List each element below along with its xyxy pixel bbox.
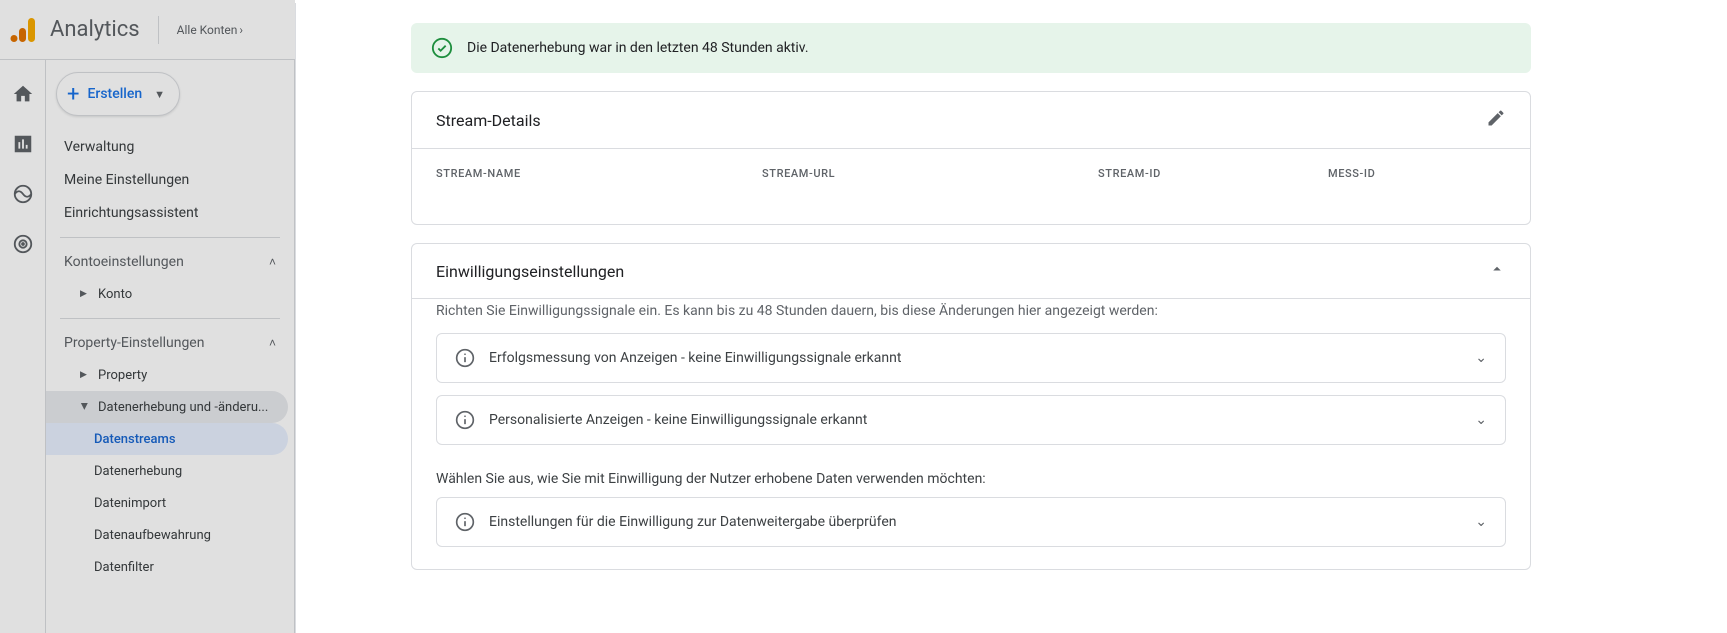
status-banner: Die Datenerhebung war in den letzten 48 … [411,23,1531,73]
explore-icon[interactable] [11,182,35,206]
create-button[interactable]: + Erstellen ▼ [56,72,180,116]
triangle-right-icon: ▶ [80,370,88,380]
sidebar-item-datenaufbewahrung[interactable]: Datenaufbewahrung [46,519,294,551]
consent-settings-card: Einwilligungseinstellungen Richten Sie E… [411,243,1531,570]
sidebar-item-meine-einstellungen[interactable]: Meine Einstellungen [46,164,294,196]
chevron-up-icon: ˄ [269,255,276,269]
label-stream-id: STREAM-ID [1098,167,1328,180]
section-kontoeinstellungen[interactable]: Kontoeinstellungen ˄ [46,246,294,278]
consent-row-review-sharing[interactable]: Einstellungen für die Einwilligung zur D… [436,497,1506,547]
chevron-down-icon: ⌄ [1475,514,1487,530]
product-name: Analytics [50,17,140,42]
sidebar-item-datenerhebung[interactable]: Datenerhebung [46,455,294,487]
label-stream-name: STREAM-NAME [436,167,762,180]
triangle-down-icon: ▶ [79,403,89,411]
admin-sidebar: + Erstellen ▼ Verwaltung Meine Einstellu… [46,60,295,633]
analytics-logo-icon [8,14,40,46]
consent-title: Einwilligungseinstellungen [436,262,624,281]
sidebar-item-einrichtungsassistent[interactable]: Einrichtungsassistent [46,197,294,229]
chevron-right-icon: › [239,23,243,37]
sidebar-item-konto[interactable]: ▶ Konto [46,278,294,310]
section-property-einstellungen[interactable]: Property-Einstellungen ˄ [46,327,294,359]
sidebar-item-verwaltung[interactable]: Verwaltung [46,131,294,163]
sidebar-item-datenfilter[interactable]: Datenfilter [46,551,294,583]
consent-pick-text: Wählen Sie aus, wie Sie mit Einwilligung… [412,457,1530,497]
edit-button[interactable] [1486,108,1506,132]
plus-icon: + [67,82,79,107]
consent-row-ad-measurement[interactable]: Erfolgsmessung von Anzeigen - keine Einw… [436,333,1506,383]
sidebar-item-datenimport[interactable]: Datenimport [46,487,294,519]
chevron-down-icon: ⌄ [1475,412,1487,428]
sidebar-item-datenerhebung-aenderung[interactable]: ▶ Datenerhebung und -änderu... [46,391,288,423]
all-accounts-link[interactable]: Alle Konten › [177,23,243,37]
chevron-down-icon: ▼ [154,88,165,101]
info-icon [455,410,475,430]
consent-row-personalized-ads[interactable]: Personalisierte Anzeigen - keine Einwill… [436,395,1506,445]
sidebar-item-property[interactable]: ▶ Property [46,359,294,391]
banner-message: Die Datenerhebung war in den letzten 48 … [467,40,809,56]
stream-details-title: Stream-Details [436,111,541,130]
home-icon[interactable] [11,82,35,106]
chevron-down-icon: ⌄ [1475,350,1487,366]
reports-icon[interactable] [11,132,35,156]
advertising-icon[interactable] [11,232,35,256]
label-mess-id: MESS-ID [1328,167,1375,180]
chevron-up-icon: ˄ [269,336,276,350]
stream-details-card: Stream-Details STREAM-NAME STREAM-URL ST… [411,91,1531,225]
triangle-right-icon: ▶ [80,289,88,299]
label-stream-url: STREAM-URL [762,167,1098,180]
info-icon [455,348,475,368]
collapse-button[interactable] [1488,260,1506,282]
consent-subtitle: Richten Sie Einwilligungssignale ein. Es… [412,299,1530,333]
pencil-icon [1486,108,1506,128]
info-icon [455,512,475,532]
main-panel: Die Datenerhebung war in den letzten 48 … [295,3,1727,633]
left-nav-rail [0,60,46,633]
chevron-up-icon [1488,260,1506,278]
sidebar-item-datenstreams[interactable]: Datenstreams [46,423,288,455]
check-circle-icon [431,37,453,59]
